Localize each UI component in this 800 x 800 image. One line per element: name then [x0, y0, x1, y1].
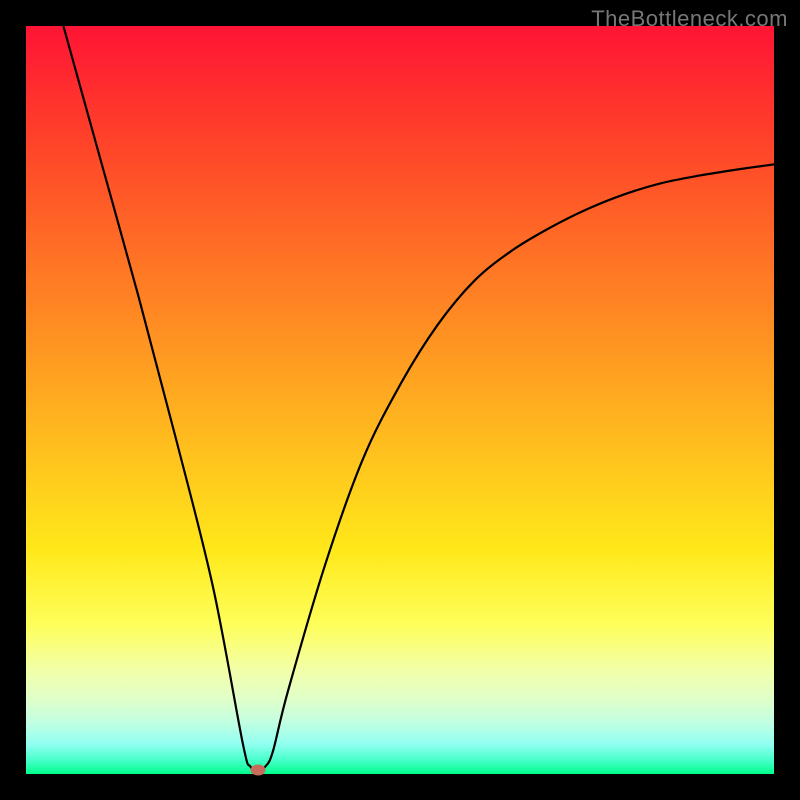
minimum-marker	[250, 765, 265, 776]
bottleneck-curve-path	[63, 26, 774, 770]
chart-curve-svg	[26, 26, 774, 774]
watermark-text: TheBottleneck.com	[591, 6, 788, 32]
chart-plot-area	[26, 26, 774, 774]
